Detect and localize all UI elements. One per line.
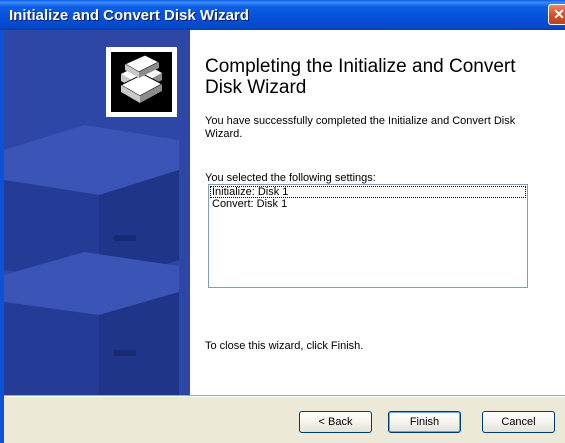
intro-text: You have successfully completed the Init… <box>205 115 516 140</box>
close-button[interactable]: ✕ <box>548 4 565 25</box>
wizard-sidebar <box>4 30 190 395</box>
finish-button[interactable]: Finish <box>388 411 461 433</box>
settings-list[interactable]: Initialize: Disk 1 Convert: Disk 1 <box>208 184 528 288</box>
back-button[interactable]: < Back <box>299 411 372 433</box>
cancel-button[interactable]: Cancel <box>482 411 555 433</box>
close-icon: ✕ <box>553 6 565 22</box>
page-title: Completing the Initialize and Convert Di… <box>205 56 516 98</box>
close-instructions: To close this wizard, click Finish. <box>205 340 364 352</box>
wizard-logo <box>106 47 177 117</box>
list-item[interactable]: Initialize: Disk 1 <box>210 186 526 198</box>
list-item[interactable]: Convert: Disk 1 <box>209 198 527 210</box>
settings-label: You selected the following settings: <box>205 172 376 184</box>
window-title: Initialize and Convert Disk Wizard <box>9 7 249 24</box>
title-bar[interactable]: Initialize and Convert Disk Wizard ✕ <box>0 0 565 30</box>
wizard-content: Completing the Initialize and Convert Di… <box>190 30 565 395</box>
divider <box>4 395 565 397</box>
stacked-disks-icon <box>119 54 164 103</box>
